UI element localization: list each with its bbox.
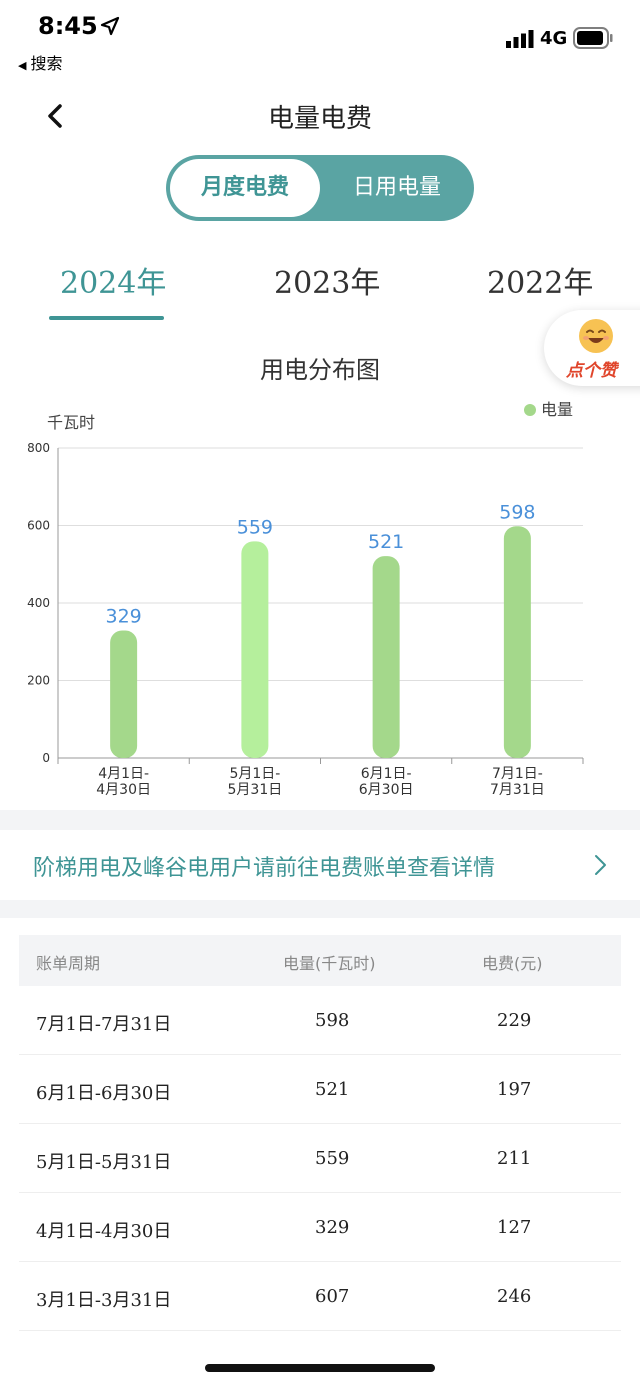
- x-tick-label: 5月1日-: [229, 766, 280, 782]
- bar: [503, 526, 531, 758]
- bar-value-label: 559: [237, 516, 273, 538]
- cell-period: 3月1日-3月31日: [36, 1290, 172, 1311]
- signal-icon: [506, 30, 534, 48]
- tab-monthly-fee[interactable]: 月度电费: [170, 159, 320, 217]
- active-year-indicator: [49, 316, 164, 320]
- header-fee: 电费(元): [482, 954, 543, 973]
- status-bar: 8:45 ◀ 搜索 4G: [0, 0, 640, 78]
- x-tick-label: 4月1日-: [98, 766, 149, 782]
- y-tick-label: 800: [27, 441, 50, 455]
- bar-value-label: 521: [368, 531, 404, 553]
- cell-period: 4月1日-4月30日: [36, 1221, 172, 1242]
- header-usage: 电量(千瓦时): [283, 954, 376, 973]
- cell-usage: 521: [315, 1079, 350, 1100]
- chart-legend[interactable]: 电量: [524, 396, 573, 420]
- location-arrow-icon: [100, 16, 120, 36]
- table-row[interactable]: 5月1日-5月31日 559 211: [19, 1124, 621, 1193]
- legend-label: 电量: [541, 400, 574, 419]
- bar-value-label: 598: [499, 501, 535, 523]
- section-divider: [0, 900, 640, 918]
- bar: [372, 556, 400, 758]
- home-indicator[interactable]: [205, 1364, 435, 1372]
- bill-table: 账单周期 电量(千瓦时) 电费(元) 7月1日-7月31日 598 229 6月…: [19, 935, 621, 1331]
- table-row[interactable]: 6月1日-6月30日 521 197: [19, 1055, 621, 1124]
- status-time: 8:45: [38, 12, 98, 40]
- table-row[interactable]: 3月1日-3月31日 607 246: [19, 1262, 621, 1331]
- network-type: 4G: [540, 28, 568, 49]
- cell-period: 6月1日-6月30日: [36, 1083, 172, 1104]
- page-title: 电量电费: [267, 104, 372, 134]
- smiley-icon: [579, 319, 613, 353]
- table-row[interactable]: 7月1日-7月31日 598 229: [19, 986, 621, 1055]
- legend-marker: [524, 404, 536, 416]
- chart-title: 用电分布图: [260, 356, 380, 384]
- cell-fee: 127: [497, 1217, 532, 1238]
- y-tick-label: 200: [27, 674, 50, 688]
- bar: [241, 541, 269, 758]
- view-toggle: 月度电费 日用电量: [166, 155, 474, 221]
- back-triangle-icon: ◀: [18, 59, 27, 72]
- header-period: 账单周期: [36, 954, 101, 973]
- cell-period: 7月1日-7月31日: [36, 1014, 172, 1035]
- table-row[interactable]: 4月1日-4月30日 329 127: [19, 1193, 621, 1262]
- table-header: 账单周期 电量(千瓦时) 电费(元): [19, 935, 621, 986]
- y-tick-label: 400: [27, 596, 50, 610]
- battery-icon: [573, 27, 613, 49]
- back-to-app-link[interactable]: ◀ 搜索: [18, 50, 62, 74]
- x-tick-label: 4月30日: [96, 782, 151, 798]
- cell-usage: 598: [315, 1010, 350, 1031]
- cell-fee: 229: [497, 1010, 532, 1031]
- year-tab-2022[interactable]: 2022年: [487, 258, 593, 302]
- cell-fee: 211: [497, 1148, 532, 1169]
- cell-fee: 246: [497, 1286, 532, 1307]
- cell-usage: 559: [315, 1148, 350, 1169]
- bar-value-label: 329: [105, 606, 141, 628]
- bill-details-link[interactable]: 阶梯用电及峰谷电用户请前往电费账单查看详情: [0, 830, 640, 900]
- year-tab-2023[interactable]: 2023年: [274, 258, 380, 302]
- back-app-label: 搜索: [30, 54, 63, 73]
- bill-details-text: 阶梯用电及峰谷电用户请前往电费账单查看详情: [33, 856, 496, 881]
- x-tick-label: 6月30日: [359, 782, 414, 798]
- cell-period: 5月1日-5月31日: [36, 1152, 172, 1173]
- bar: [110, 630, 138, 758]
- tab-daily-usage[interactable]: 日用电量: [324, 159, 470, 217]
- y-tick-label: 0: [42, 751, 50, 765]
- usage-bar-chart: 0 200 400 600 800 329 4月1日-4月30日 559 5月1日-5月31日 5…: [27, 441, 584, 798]
- cell-usage: 329: [315, 1217, 350, 1238]
- y-tick-label: 600: [27, 519, 50, 533]
- chevron-right-icon: [595, 855, 606, 875]
- section-divider: [0, 810, 640, 830]
- x-tick-label: 6月1日-: [361, 766, 412, 782]
- x-tick-label: 7月31日: [490, 782, 545, 798]
- year-tab-2024[interactable]: 2024年: [60, 258, 166, 302]
- cell-fee: 197: [497, 1079, 532, 1100]
- x-tick-label: 7月1日-: [492, 766, 543, 782]
- cell-usage: 607: [315, 1286, 350, 1307]
- x-tick-label: 5月31日: [228, 782, 283, 798]
